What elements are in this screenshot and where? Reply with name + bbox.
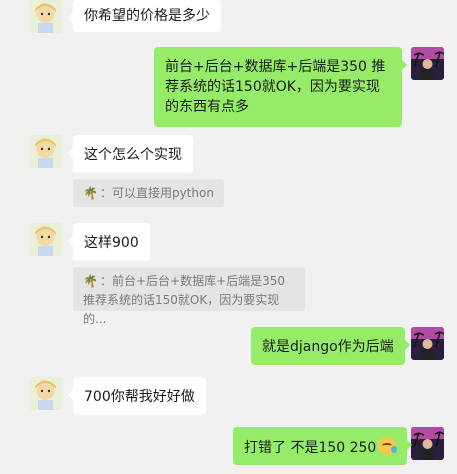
message-text: 这个怎么个实现 xyxy=(84,147,182,163)
quoted-reply[interactable]: 🌴 ：可以直接用python xyxy=(73,179,224,207)
message-bubble-outgoing[interactable]: 前台+后台+数据库+后端是350 推荐系统的话150就OK，因为要实现的东西有点… xyxy=(154,47,407,127)
self-avatar[interactable] xyxy=(411,427,444,460)
contact-avatar[interactable] xyxy=(29,377,62,410)
message-text: 就是django作为后端 xyxy=(262,339,394,355)
quoted-reply[interactable]: 🌴 ：前台+后台+数据库+后端是350 推荐系统的话150就OK，因为要实现的..… xyxy=(73,267,305,326)
message-bubble-incoming[interactable]: 这个怎么个实现 xyxy=(68,135,193,173)
quote-text: ：前台+后台+数据库+后端是350 推荐系统的话150就OK，因为要实现的... xyxy=(83,274,286,326)
self-avatar[interactable] xyxy=(411,47,444,80)
message-text: 你希望的价格是多少 xyxy=(84,8,210,24)
contact-avatar[interactable] xyxy=(29,223,62,256)
message-text: 前台+后台+数据库+后端是350 推荐系统的话150就OK，因为要实现的东西有点… xyxy=(165,59,386,115)
message-bubble-incoming[interactable]: 这样900 xyxy=(68,223,150,261)
palm-tree-icon: 🌴 xyxy=(83,186,98,200)
message-text: 打错了 不是150 250 xyxy=(244,440,377,456)
message-text: 700你帮我好好做 xyxy=(84,389,195,405)
message-bubble-outgoing[interactable]: 打错了 不是150 250 xyxy=(233,427,413,465)
palm-tree-icon: 🌴 xyxy=(83,274,98,288)
contact-avatar[interactable] xyxy=(29,0,62,33)
contact-avatar[interactable] xyxy=(29,135,62,168)
message-bubble-outgoing[interactable]: 就是django作为后端 xyxy=(251,327,410,365)
quote-text: ：可以直接用python xyxy=(99,186,214,200)
message-bubble-incoming[interactable]: 700你帮我好好做 xyxy=(68,377,206,415)
self-avatar[interactable] xyxy=(411,327,444,360)
crying-laughing-emoji-icon xyxy=(378,437,398,455)
message-bubble-incoming[interactable]: 你希望的价格是多少 xyxy=(68,0,221,32)
message-text: 这样900 xyxy=(84,235,139,251)
